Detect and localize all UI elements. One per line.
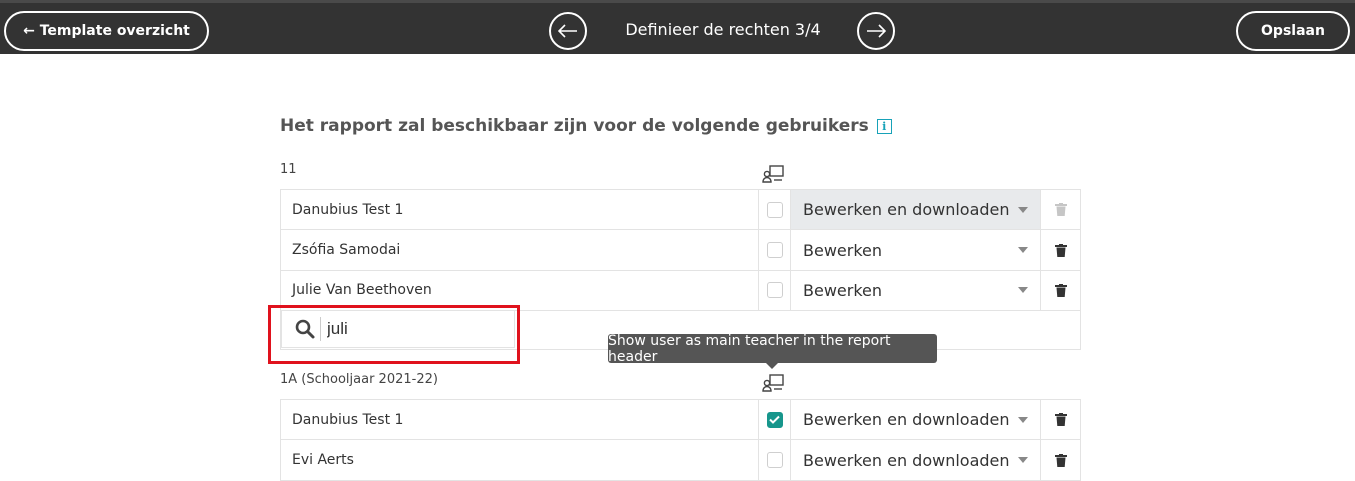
user-name: Zsófia Samodai	[281, 230, 759, 270]
trash-icon[interactable]	[1054, 283, 1067, 297]
permission-value: Bewerken en downloaden	[803, 410, 1010, 429]
next-step-button[interactable]	[857, 12, 895, 50]
trash-icon[interactable]	[1054, 413, 1067, 426]
permission-select[interactable]: Bewerken en downloaden	[791, 400, 1041, 439]
main-teacher-icon	[762, 165, 784, 183]
main-teacher-cell	[759, 270, 791, 310]
main-teacher-checkbox[interactable]	[766, 201, 783, 218]
permission-value: Bewerken en downloaden	[803, 450, 1010, 470]
permission-value: Bewerken	[803, 280, 883, 300]
main-teacher-checkbox[interactable]	[766, 411, 783, 428]
delete-cell	[1041, 190, 1080, 229]
chevron-down-icon	[1018, 287, 1028, 293]
table-row: Danubius Test 1 Bewerken en downloaden	[280, 189, 1081, 230]
trash-icon[interactable]	[1054, 203, 1067, 216]
table-row: Evi Aerts Bewerken en downloaden	[280, 440, 1081, 481]
delete-cell	[1041, 230, 1080, 270]
main-teacher-cell	[759, 400, 791, 439]
permission-select[interactable]: Bewerken en downloaden	[791, 190, 1041, 229]
group-title: 1A (Schooljaar 2021-22)	[280, 372, 438, 387]
main-teacher-icon	[762, 374, 784, 392]
main-teacher-cell	[759, 230, 791, 270]
user-name: Danubius Test 1	[281, 400, 759, 439]
main-teacher-cell	[759, 440, 791, 480]
step-title: Definieer de rechten 3/4	[625, 20, 821, 39]
arrow-right-icon	[867, 24, 886, 38]
trash-icon[interactable]	[1054, 243, 1067, 257]
main-teacher-cell	[759, 190, 791, 229]
permission-select[interactable]: Bewerken	[791, 230, 1041, 270]
chevron-down-icon	[1018, 416, 1028, 423]
main-teacher-checkbox[interactable]	[766, 452, 783, 468]
permission-select[interactable]: Bewerken	[791, 270, 1041, 310]
arrow-left-icon	[558, 24, 577, 38]
template-overview-button[interactable]: ← Template overzicht	[4, 11, 209, 51]
main-teacher-tooltip: Show user as main teacher in the report …	[608, 333, 937, 365]
tooltip-arrow	[766, 363, 778, 369]
delete-cell	[1041, 270, 1080, 310]
main-teacher-checkbox[interactable]	[766, 242, 783, 258]
group-title: 11	[280, 162, 297, 177]
trash-icon[interactable]	[1054, 453, 1067, 467]
search-highlight-box	[268, 305, 520, 364]
main-teacher-checkbox[interactable]	[766, 282, 783, 298]
delete-cell	[1041, 440, 1080, 480]
table-row: Zsófia Samodai Bewerken	[280, 230, 1081, 271]
info-icon[interactable]: i	[876, 118, 892, 134]
chevron-down-icon	[1018, 206, 1028, 213]
checkmark-icon	[769, 415, 780, 424]
permission-value: Bewerken en downloaden	[803, 200, 1010, 219]
chevron-down-icon	[1018, 457, 1028, 463]
page-heading-text: Het rapport zal beschikbaar zijn voor de…	[280, 116, 869, 136]
page-heading: Het rapport zal beschikbaar zijn voor de…	[280, 116, 892, 136]
save-button[interactable]: Opslaan	[1236, 11, 1350, 51]
delete-cell	[1041, 400, 1080, 439]
top-bar: ← Template overzicht Definieer de rechte…	[0, 0, 1355, 54]
permission-select[interactable]: Bewerken en downloaden	[791, 440, 1041, 480]
permission-value: Bewerken	[803, 240, 883, 260]
previous-step-button[interactable]	[549, 12, 587, 50]
user-name: Danubius Test 1	[281, 190, 759, 229]
chevron-down-icon	[1018, 247, 1028, 253]
table-row: Danubius Test 1 Bewerken en downloaden	[280, 399, 1081, 440]
user-name: Evi Aerts	[281, 440, 759, 480]
user-name: Julie Van Beethoven	[281, 270, 759, 310]
